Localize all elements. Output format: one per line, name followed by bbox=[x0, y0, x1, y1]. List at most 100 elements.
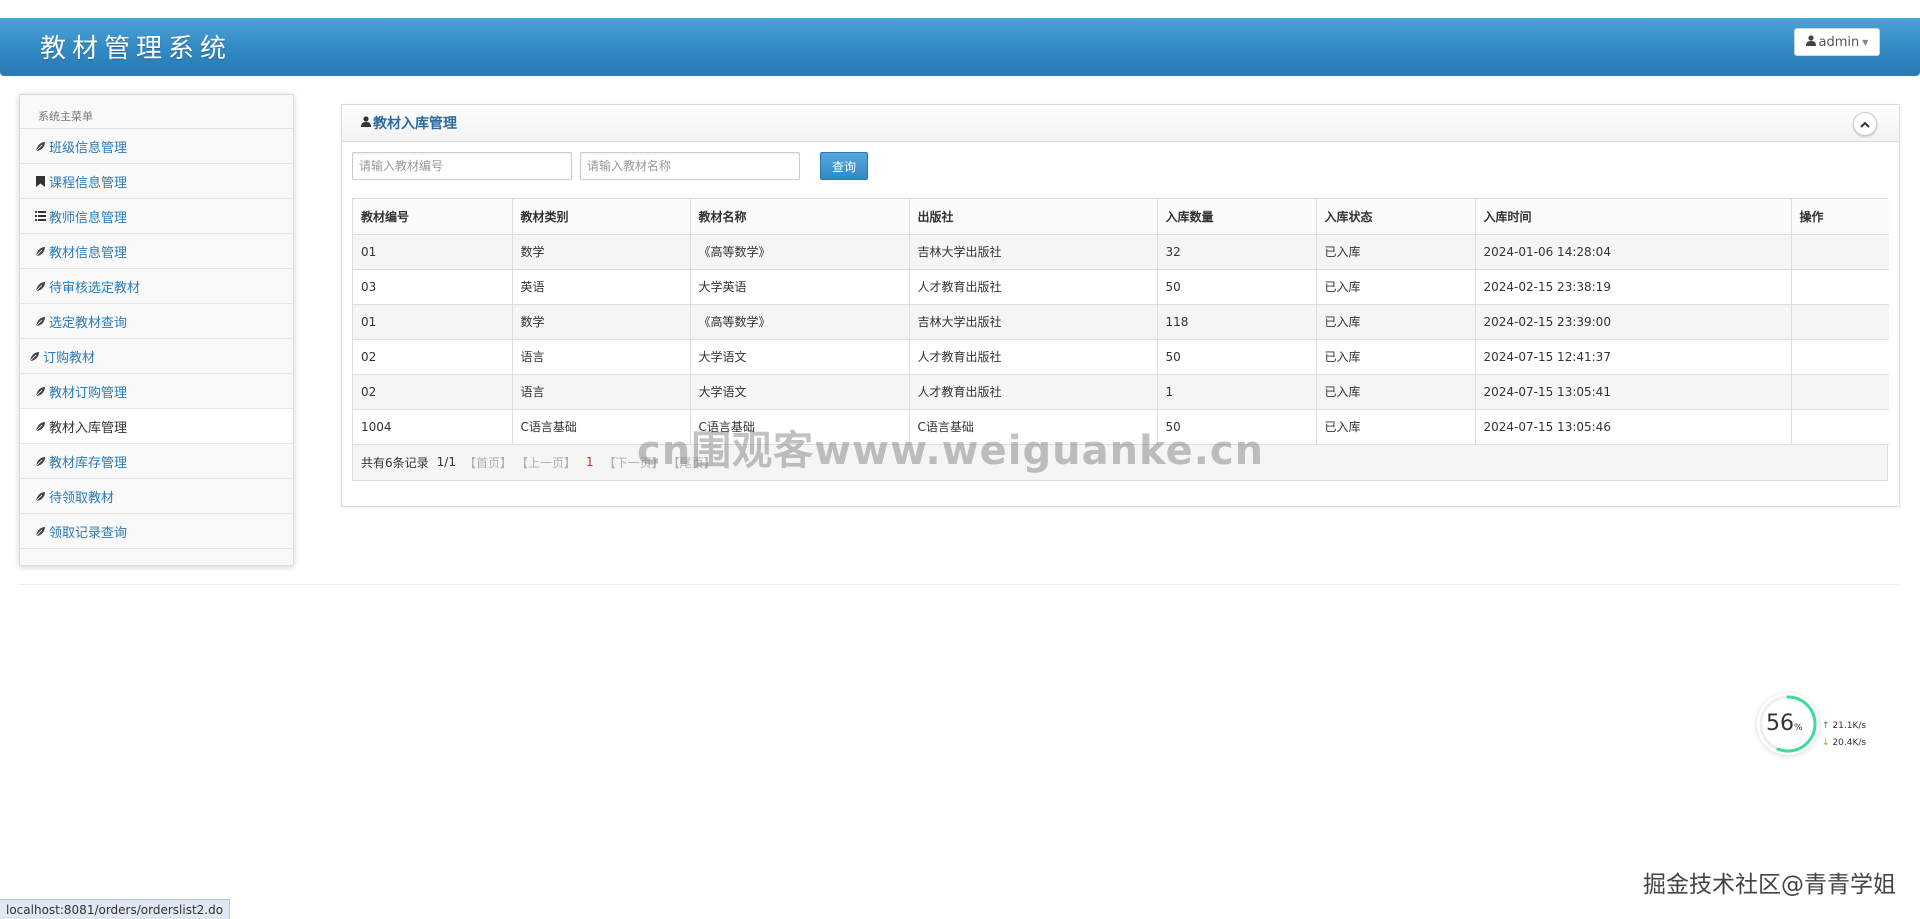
sidebar-item-inventory[interactable]: 教材库存管理 bbox=[20, 444, 293, 479]
status-bar-url: localhost:8081/orders/orderslist2.do bbox=[0, 899, 231, 919]
leaf-icon bbox=[28, 351, 41, 362]
action-cell bbox=[1791, 374, 1889, 410]
table-cell: 1004 bbox=[353, 409, 513, 445]
table-cell: 2024-07-15 13:05:46 bbox=[1475, 409, 1792, 445]
table-cell: 《高等数学》 bbox=[690, 304, 910, 340]
table-row: 01 数学 《高等数学》 吉林大学出版社 32 已入库 2024-01-06 1… bbox=[353, 234, 1889, 270]
sidebar-item-label: 待领取教材 bbox=[49, 490, 115, 506]
leaf-icon bbox=[34, 456, 47, 467]
sidebar-item-course-info[interactable]: 课程信息管理 bbox=[20, 164, 293, 199]
user-icon bbox=[361, 115, 371, 131]
table-cell: 《高等数学》 bbox=[690, 234, 910, 270]
sidebar-item-label: 教材信息管理 bbox=[49, 245, 128, 261]
leaf-icon bbox=[34, 491, 47, 502]
table-cell: 语言 bbox=[512, 374, 691, 410]
leaf-icon bbox=[34, 386, 47, 397]
table-cell: 已入库 bbox=[1316, 374, 1476, 410]
leaf-icon bbox=[34, 316, 47, 327]
table-cell: 大学英语 bbox=[690, 269, 910, 305]
sidebar-item-label: 订购教材 bbox=[43, 350, 96, 366]
table-cell: 1 bbox=[1157, 374, 1317, 410]
watermark-center: cn围观客www.weiguanke.cn bbox=[637, 428, 1265, 474]
sidebar-item-order-manage[interactable]: 教材订购管理 bbox=[20, 374, 293, 409]
sidebar-item-label: 课程信息管理 bbox=[49, 175, 128, 191]
action-cell bbox=[1791, 304, 1889, 340]
user-menu-button[interactable]: admin ▼ bbox=[1794, 28, 1880, 56]
download-speed: 20.4 bbox=[1832, 738, 1853, 748]
column-header: 入库状态 bbox=[1316, 199, 1476, 235]
collapse-button[interactable] bbox=[1853, 112, 1877, 136]
sidebar-item-label: 教材库存管理 bbox=[49, 455, 128, 471]
download-arrow-icon: ↓ bbox=[1822, 738, 1830, 748]
leaf-icon bbox=[34, 281, 47, 292]
table-cell: 01 bbox=[353, 234, 513, 270]
prev-page-link[interactable]: 【上一页】 bbox=[516, 454, 576, 471]
sidebar-item-stock-in[interactable]: 教材入库管理 bbox=[20, 409, 293, 444]
column-header: 教材类别 bbox=[512, 199, 691, 235]
action-cell bbox=[1791, 339, 1889, 375]
table-row: 03 英语 大学英语 人才教育出版社 50 已入库 2024-02-15 23:… bbox=[353, 269, 1889, 305]
upload-arrow-icon: ↑ bbox=[1822, 721, 1830, 731]
action-cell bbox=[1791, 234, 1889, 270]
first-page-link[interactable]: 【首页】 bbox=[464, 454, 512, 471]
sidebar-item-selected-query[interactable]: 选定教材查询 bbox=[20, 304, 293, 339]
table-cell: 英语 bbox=[512, 269, 691, 305]
table-cell: 已入库 bbox=[1316, 409, 1476, 445]
chevron-up-icon bbox=[1860, 118, 1870, 131]
table-cell: 大学语文 bbox=[690, 374, 910, 410]
user-icon bbox=[1805, 34, 1816, 50]
table-cell: 02 bbox=[353, 374, 513, 410]
list-icon bbox=[34, 211, 47, 221]
panel-header: 教材入库管理 bbox=[342, 105, 1899, 142]
action-cell bbox=[1791, 409, 1889, 445]
user-name: admin bbox=[1818, 34, 1860, 50]
watermark-bottom-right: 掘金技术社区@青青学姐 bbox=[1643, 872, 1896, 898]
sidebar-header: 系统主菜单 bbox=[20, 95, 293, 129]
table-row: 02 语言 大学语文 人才教育出版社 1 已入库 2024-07-15 13:0… bbox=[353, 374, 1889, 410]
footer-divider bbox=[19, 584, 1899, 585]
table-cell: 2024-01-06 14:28:04 bbox=[1475, 234, 1792, 270]
sidebar-item-order-textbook[interactable]: 订购教材 bbox=[20, 339, 293, 374]
table-cell: 数学 bbox=[512, 234, 691, 270]
chevron-down-icon: ▼ bbox=[1862, 37, 1869, 47]
leaf-icon bbox=[34, 421, 47, 432]
table-row: 01 数学 《高等数学》 吉林大学出版社 118 已入库 2024-02-15 … bbox=[353, 304, 1889, 340]
usage-percent: 56% bbox=[1766, 711, 1803, 736]
table-cell: 人才教育出版社 bbox=[909, 339, 1158, 375]
column-header: 操作 bbox=[1791, 199, 1889, 235]
table-cell: 50 bbox=[1157, 339, 1317, 375]
leaf-icon bbox=[34, 246, 47, 257]
table-cell: 人才教育出版社 bbox=[909, 269, 1158, 305]
table-cell: 2024-02-15 23:39:00 bbox=[1475, 304, 1792, 340]
sidebar-item-pickup-records[interactable]: 领取记录查询 bbox=[20, 514, 293, 549]
table-cell: 01 bbox=[353, 304, 513, 340]
leaf-icon bbox=[34, 141, 47, 152]
table-cell: 吉林大学出版社 bbox=[909, 304, 1158, 340]
sidebar-item-label: 教材入库管理 bbox=[49, 420, 128, 436]
table-cell: 02 bbox=[353, 339, 513, 375]
page-indicator: 1/1 bbox=[436, 455, 456, 469]
textbook-name-input[interactable] bbox=[580, 152, 800, 180]
network-speed-widget[interactable]: 56% ↑ 21.1K/s ↓ 20.4K/s bbox=[1757, 693, 1877, 757]
sidebar-item-label: 待审核选定教材 bbox=[49, 280, 141, 296]
leaf-icon bbox=[34, 526, 47, 537]
sidebar-item-pending-review[interactable]: 待审核选定教材 bbox=[20, 269, 293, 304]
column-header: 教材名称 bbox=[690, 199, 910, 235]
textbook-code-input[interactable] bbox=[352, 152, 572, 180]
total-records: 共有6条记录 bbox=[361, 455, 429, 470]
sidebar-item-class-info[interactable]: 班级信息管理 bbox=[20, 129, 293, 164]
sidebar-item-pending-pickup[interactable]: 待领取教材 bbox=[20, 479, 293, 514]
upload-speed: 21.1 bbox=[1832, 721, 1853, 731]
current-page: 1 bbox=[585, 455, 594, 469]
speed-readout: ↑ 21.1K/s ↓ 20.4K/s bbox=[1822, 721, 1867, 748]
panel-title: 教材入库管理 bbox=[361, 113, 457, 133]
table-cell: 已入库 bbox=[1316, 339, 1476, 375]
table-header-row: 教材编号 教材类别 教材名称 出版社 入库数量 入库状态 入库时间 操作 bbox=[353, 199, 1889, 235]
query-button[interactable]: 查询 bbox=[820, 152, 868, 180]
sidebar-item-teacher-info[interactable]: 教师信息管理 bbox=[20, 199, 293, 234]
column-header: 入库数量 bbox=[1157, 199, 1317, 235]
table-cell: 吉林大学出版社 bbox=[909, 234, 1158, 270]
app-header: 教材管理系统 admin ▼ bbox=[0, 18, 1920, 76]
table-cell: 03 bbox=[353, 269, 513, 305]
sidebar-item-textbook-info[interactable]: 教材信息管理 bbox=[20, 234, 293, 269]
